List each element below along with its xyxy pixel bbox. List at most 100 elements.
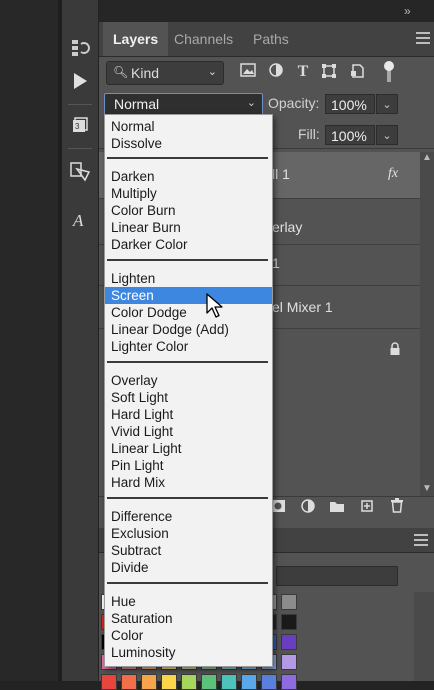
trash-icon[interactable] [387,498,407,518]
blend-mode-option[interactable]: Darken [105,168,272,185]
canvas-area [0,0,58,681]
layer-name[interactable]: 1 [272,255,280,271]
layer-name[interactable]: erlay [272,219,302,235]
tab-channels[interactable]: Channels [164,22,243,56]
scroll-up-icon[interactable]: ▲ [420,152,434,166]
filter-kind-select[interactable]: 🔍︎ Kind ⌄ [106,61,224,85]
blend-mode-option[interactable]: Color [105,627,272,644]
blend-mode-option[interactable]: Color Burn [105,202,272,219]
blend-mode-option[interactable]: Linear Dodge (Add) [105,321,272,338]
blend-mode-value: Normal [114,96,160,112]
adjustment-filter-icon[interactable] [267,63,285,81]
blend-mode-option[interactable]: Linear Light [105,440,272,457]
layer-name[interactable]: el Mixer 1 [272,299,333,315]
color-swatch[interactable] [221,674,237,690]
chevron-down-icon: ⌄ [246,97,256,109]
tab-paths[interactable]: Paths [243,22,299,56]
menu-separator [107,157,268,159]
toolbar-divider [68,104,92,105]
color-swatch[interactable] [161,674,177,690]
color-swatch[interactable] [181,674,197,690]
fill-input[interactable]: 100% [325,125,375,145]
menu-separator [107,497,268,499]
scroll-down-icon[interactable]: ▼ [420,483,434,497]
image-filter-icon[interactable] [239,63,257,81]
chevron-down-icon: ⌄ [207,66,217,78]
blend-mode-option[interactable]: Hue [105,593,272,610]
history-icon[interactable] [65,33,95,63]
blend-mode-option[interactable]: Dissolve [105,135,272,152]
blend-mode-group: Darken Multiply Color Burn Linear Burn Darke… [105,168,272,253]
panel-menu-icon[interactable] [416,32,430,44]
menu-separator [107,259,268,261]
swatches-scrollbar[interactable] [414,592,434,681]
fx-icon[interactable]: fx [388,166,398,182]
adjustment-layer-icon[interactable] [298,498,318,518]
color-swatch[interactable] [281,614,297,630]
color-swatch[interactable] [121,674,137,690]
swatch-search-field[interactable] [276,566,398,586]
layer-name[interactable]: ll 1 [272,166,290,182]
blend-mode-option[interactable]: Lighten [105,270,272,287]
blend-mode-option[interactable]: Saturation [105,610,272,627]
tab-layers[interactable]: Layers [103,22,169,56]
blend-mode-group: Difference Exclusion Subtract Divide [105,508,272,576]
fill-dropdown-button[interactable]: ⌄ [376,125,398,145]
layers-scrollbar[interactable] [420,152,434,497]
panel-menu-icon[interactable] [414,534,428,546]
blend-mode-option[interactable]: Divide [105,559,272,576]
color-swatch[interactable] [241,674,257,690]
menu-separator [107,361,268,363]
blend-mode-option[interactable]: Hard Light [105,406,272,423]
blend-mode-option[interactable]: Luminosity [105,644,272,661]
svg-text:A: A [72,211,84,230]
character-icon[interactable]: A [65,205,95,235]
blend-mode-option[interactable]: Subtract [105,542,272,559]
blend-mode-option[interactable]: Color Dodge [105,304,272,321]
adjust-icon[interactable] [65,156,95,186]
panel-dock-top-strip [62,0,434,22]
type-filter-icon[interactable]: T [294,63,312,81]
blend-mode-option[interactable]: Darker Color [105,236,272,253]
filter-toggle-knob[interactable] [384,61,394,71]
group-folder-icon[interactable] [327,498,347,518]
color-swatch[interactable] [141,674,157,690]
play-icon[interactable] [65,66,95,96]
blend-mode-option[interactable]: Soft Light [105,389,272,406]
shape-filter-icon[interactable] [320,63,338,81]
blend-mode-group: Lighten Screen Color Dodge Linear Dodge (Ad… [105,270,272,355]
opacity-dropdown-button[interactable]: ⌄ [376,94,398,114]
color-swatch[interactable] [261,674,277,690]
blend-mode-option[interactable]: Screen [105,287,272,304]
color-swatch[interactable] [281,634,297,650]
blend-mode-option[interactable]: Exclusion [105,525,272,542]
color-swatch[interactable] [201,674,217,690]
menu-separator [107,582,268,584]
blend-mode-select[interactable]: Normal ⌄ [104,93,263,116]
color-swatch[interactable] [281,594,297,610]
blend-mode-option[interactable]: Hard Mix [105,474,272,491]
blend-mode-option[interactable]: Normal [105,118,272,135]
side-toolbar [62,0,99,681]
collapse-right-icon[interactable]: » [404,4,411,18]
blend-mode-option[interactable]: Linear Burn [105,219,272,236]
new-layer-icon[interactable] [357,498,377,518]
blend-mode-option[interactable]: Lighter Color [105,338,272,355]
blend-mode-option[interactable]: Difference [105,508,272,525]
fill-label: Fill: [298,126,320,142]
opacity-input[interactable]: 100% [325,94,375,114]
3d-cube-icon[interactable]: 3 [65,110,95,140]
blend-mode-menu: Normal Dissolve Darken Multiply Color Burn Li… [104,114,273,667]
blend-mode-option[interactable]: Pin Light [105,457,272,474]
color-swatch[interactable] [281,674,297,690]
opacity-label: Opacity: [268,95,320,111]
blend-mode-option[interactable]: Multiply [105,185,272,202]
filter-kind-label: Kind [131,65,160,81]
blend-mode-option[interactable]: Vivid Light [105,423,272,440]
color-swatch[interactable] [101,674,117,690]
blend-mode-group: Overlay Soft Light Hard Light Vivid Light Li… [105,372,272,491]
smart-object-filter-icon[interactable] [348,63,366,81]
lock-icon [389,342,401,361]
blend-mode-option[interactable]: Overlay [105,372,272,389]
color-swatch[interactable] [281,654,297,670]
